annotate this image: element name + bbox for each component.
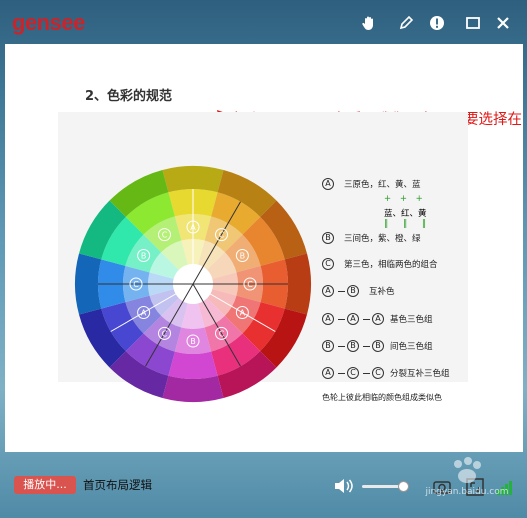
legend-c-icon: C <box>322 258 334 270</box>
legend-tertiary-label: 第三色，相临两色的组合 <box>344 260 438 270</box>
legend-split-label: 分裂互补三色组 <box>390 369 450 379</box>
legend-analog-label: 色轮上彼此相临的颜色组成类似色 <box>322 393 442 402</box>
play-status-badge[interactable]: 播放中... <box>14 476 76 494</box>
pen-icon[interactable] <box>397 14 415 32</box>
legend-secondary-label: 三间色，紫、橙、绿 <box>344 234 421 244</box>
legend-plus-row: + + + <box>384 194 426 204</box>
wheel-marker-letter: B <box>141 252 147 261</box>
legend-primary-label: 三原色，红、黄、蓝 <box>344 180 421 190</box>
legend-tertiary: C 第三色，相临两色的组合 <box>322 258 438 270</box>
color-wheel: A A A B B B C C C C C C <box>74 166 311 402</box>
watermark-site: jingyan.baidu.com <box>425 487 509 497</box>
document-name: 首页布局逻辑 <box>83 478 152 492</box>
legend-a-icon: A <box>347 313 359 325</box>
wheel-segment <box>284 253 311 315</box>
legend-analog: 色轮上彼此相临的颜色组成类似色 <box>322 392 442 403</box>
legend-primary: A 三原色，红、黄、蓝 <box>322 178 421 190</box>
wheel-marker-letter: C <box>162 231 168 240</box>
legend-split: A C C 分裂互补三色组 <box>322 367 450 379</box>
wheel-marker-letter: A <box>141 309 147 318</box>
legend-b-icon: B <box>372 340 384 352</box>
legend-triad: A A A 基色三色组 <box>322 313 433 325</box>
wheel-segment <box>162 375 224 402</box>
wheel-marker-letter: C <box>219 231 225 240</box>
legend-a-icon: A <box>322 178 334 190</box>
gensee-logo: gensee <box>12 10 85 35</box>
slide-heading: 2、色彩的规范 <box>85 89 173 104</box>
legend-a-icon: A <box>322 285 334 297</box>
wheel-segment <box>168 351 218 379</box>
title-bar: gensee <box>0 0 527 44</box>
legend-a-icon: A <box>322 313 334 325</box>
legend-secondary: B 三间色，紫、橙、绿 <box>322 232 421 244</box>
baidu-watermark: jingyan.baidu.com <box>412 456 522 504</box>
maximize-icon[interactable] <box>464 14 482 32</box>
wheel-marker-letter: C <box>162 329 168 338</box>
legend-interval-triad-label: 间色三色组 <box>390 342 433 352</box>
legend-eq-row: ‖ ‖ ‖ <box>384 219 433 229</box>
legend-triad-label: 基色三色组 <box>390 315 433 325</box>
wheel-marker-letter: A <box>190 223 196 232</box>
legend-a-icon: A <box>372 313 384 325</box>
wheel-segment <box>74 253 102 315</box>
speaker-icon[interactable] <box>333 477 355 495</box>
legend-complement: A B 互补色 <box>322 285 395 297</box>
wheel-marker-letter: B <box>190 337 196 346</box>
volume-slider[interactable] <box>362 481 409 492</box>
wheel-marker-letter: B <box>240 252 246 261</box>
close-icon[interactable] <box>494 14 512 32</box>
legend-secondary-top: 蓝、红、黄 <box>384 209 427 219</box>
legend-b-icon: B <box>322 340 334 352</box>
legend-b-icon: B <box>347 285 359 297</box>
wheel-marker-letter: C <box>133 280 139 289</box>
wheel-marker-letter: A <box>240 309 246 318</box>
legend-b-icon: B <box>322 232 334 244</box>
wheel-marker-letter: C <box>219 329 225 338</box>
legend-interval-triad: B B B 间色三色组 <box>322 340 433 352</box>
legend-a-icon: A <box>322 367 334 379</box>
legend-complement-label: 互补色 <box>369 287 395 297</box>
legend-c-icon: C <box>347 367 359 379</box>
wheel-segment <box>162 166 224 193</box>
volume-slider-thumb[interactable] <box>398 481 409 492</box>
legend-c-icon: C <box>372 367 384 379</box>
legend-b-icon: B <box>347 340 359 352</box>
alert-icon[interactable] <box>428 14 446 32</box>
paw-icon <box>454 457 481 483</box>
wheel-marker-letter: C <box>247 280 253 289</box>
hand-icon[interactable] <box>360 14 378 32</box>
